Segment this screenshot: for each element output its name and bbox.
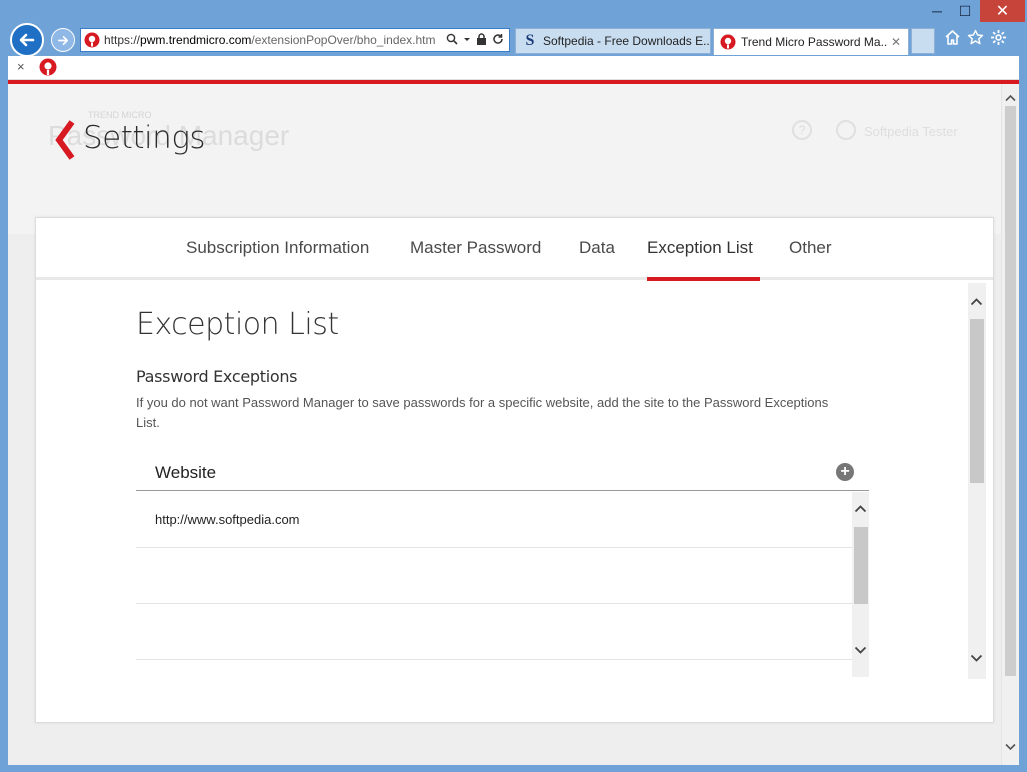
extension-toolbar: × (8, 56, 1019, 80)
maximize-button[interactable]: ☐ (952, 0, 978, 22)
scrollbar-thumb[interactable] (854, 527, 868, 604)
back-chevron-icon[interactable] (54, 120, 76, 160)
tab-softpedia[interactable]: S Softpedia - Free Downloads E... (515, 28, 711, 54)
table-scrollbar[interactable] (852, 492, 869, 677)
trend-micro-logo-icon (720, 34, 736, 50)
help-icon[interactable]: ? (792, 120, 812, 140)
chevron-down-icon[interactable] (970, 654, 983, 663)
table-row[interactable]: http://www.softpedia.com (136, 492, 852, 548)
toolbar-close-icon[interactable]: × (17, 59, 25, 74)
tab-title: Trend Micro Password Ma... (741, 35, 888, 49)
dropdown-arrow-icon[interactable] (463, 33, 471, 48)
add-exception-button[interactable]: + (836, 463, 854, 481)
tab-exception-list[interactable]: Exception List (647, 238, 753, 258)
search-icon[interactable] (446, 33, 458, 48)
home-icon[interactable] (944, 29, 961, 51)
page-heading: Settings (83, 120, 206, 156)
chevron-down-icon[interactable] (854, 646, 867, 655)
settings-panel: Subscription Information Master Password… (35, 217, 994, 723)
table-rows: http://www.softpedia.com (136, 492, 852, 660)
browser-window: ─ ☐ ✕ https://pwm.trendmicro.com/extensi… (0, 0, 1027, 772)
ghost-brand: TREND MICRO (88, 110, 152, 120)
tab-title: Softpedia - Free Downloads E... (543, 34, 710, 48)
page-viewport: TREND MICRO Password Manager ? Softpedia… (8, 80, 1019, 765)
new-tab-button[interactable] (911, 28, 935, 54)
arrow-right-icon (57, 35, 68, 45)
section-heading: Exception List (136, 307, 339, 342)
tab-other[interactable]: Other (789, 238, 832, 258)
trend-micro-logo-icon[interactable] (39, 58, 57, 76)
tab-trend-micro[interactable]: Trend Micro Password Ma... ✕ (713, 28, 909, 55)
close-window-button[interactable]: ✕ (980, 0, 1025, 22)
url-text[interactable]: https://pwm.trendmicro.com/extensionPopO… (104, 33, 446, 47)
tab-data[interactable]: Data (579, 238, 615, 258)
scrollbar-thumb[interactable] (1005, 106, 1016, 676)
subsection-description: If you do not want Password Manager to s… (136, 395, 829, 430)
content-scrollbar[interactable] (968, 283, 986, 679)
settings-tabs: Subscription Information Master Password… (36, 218, 993, 281)
active-tab-indicator (647, 277, 760, 281)
tab-close-icon[interactable]: ✕ (888, 35, 904, 49)
table-row[interactable] (136, 604, 852, 660)
subsection-title: Password Exceptions (136, 367, 298, 386)
favorites-star-icon[interactable] (967, 29, 984, 51)
minimize-button[interactable]: ─ (920, 0, 954, 22)
back-button[interactable] (10, 23, 44, 57)
user-name[interactable]: Softpedia Tester (864, 124, 958, 139)
page-scrollbar[interactable] (1001, 84, 1019, 765)
table-header: Website + (136, 452, 869, 491)
chevron-up-icon[interactable] (970, 297, 983, 306)
exception-table: Website + http://www.softpedia.com (136, 452, 869, 677)
tab-master-password[interactable]: Master Password (410, 238, 541, 258)
chevron-up-icon[interactable] (1005, 94, 1016, 102)
website-column-header: Website (155, 463, 217, 482)
refresh-icon[interactable] (492, 33, 504, 48)
tab-subscription-information[interactable]: Subscription Information (186, 238, 369, 258)
chevron-up-icon[interactable] (854, 504, 867, 513)
table-row[interactable] (136, 548, 852, 604)
tab-content: Exception List Password Exceptions If yo… (36, 283, 993, 679)
gear-icon[interactable] (990, 29, 1007, 51)
lock-icon[interactable] (476, 32, 487, 48)
forward-button[interactable] (51, 28, 75, 52)
scrollbar-thumb[interactable] (970, 319, 984, 483)
address-bar[interactable]: https://pwm.trendmicro.com/extensionPopO… (80, 28, 510, 52)
chevron-down-icon[interactable] (1005, 743, 1016, 751)
arrow-left-icon (19, 33, 35, 47)
header-background: TREND MICRO Password Manager ? Softpedia… (8, 84, 1001, 234)
website-value: http://www.softpedia.com (155, 512, 300, 527)
softpedia-icon: S (525, 32, 535, 49)
user-icon[interactable] (836, 120, 856, 140)
trend-micro-logo-icon (84, 32, 100, 48)
